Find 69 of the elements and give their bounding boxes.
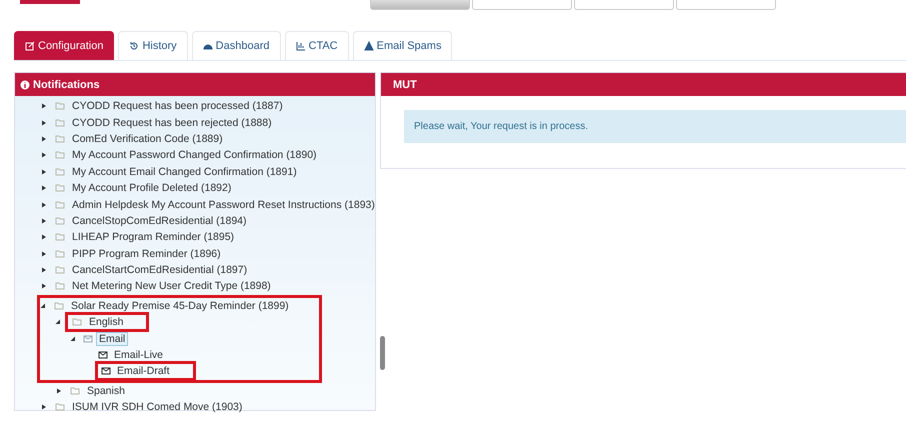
collapsed-triangle-icon[interactable] (41, 218, 47, 224)
panel-title: MUT (393, 78, 417, 90)
tree-item[interactable]: PIPP Program Reminder (1896) (69, 246, 224, 261)
tree-item[interactable]: CYODD Request has been rejected (1888) (69, 116, 275, 130)
tree-item[interactable]: Spanish (84, 384, 128, 398)
expanded-triangle-icon[interactable] (40, 302, 46, 309)
tree-item[interactable]: Net Metering New User Credit Type (1898) (69, 279, 274, 294)
folder-icon (72, 317, 82, 328)
tab[interactable]: Email Spams (352, 31, 452, 60)
folder-icon (55, 248, 65, 259)
info-alert: Please wait, Your request is in process. (404, 110, 906, 143)
folder-icon (55, 150, 65, 160)
history-icon (129, 41, 140, 51)
expanded-triangle-icon[interactable] (70, 336, 76, 342)
collapsed-triangle-icon[interactable] (41, 283, 47, 290)
bar-chart-icon (296, 41, 306, 51)
tab[interactable]: Dashboard (192, 31, 280, 60)
tree-item[interactable]: My Account Password Changed Confirmation (1890) (69, 148, 320, 162)
tab[interactable]: Configuration (14, 31, 114, 60)
collapsed-triangle-icon[interactable] (41, 120, 47, 126)
tree-item[interactable]: Email-Live (111, 348, 166, 362)
envelope-icon (83, 334, 93, 344)
folder-icon (55, 118, 65, 128)
tab[interactable]: History (118, 31, 188, 60)
edit-icon (25, 41, 35, 51)
collapsed-triangle-icon[interactable] (41, 267, 47, 274)
folder-icon (55, 281, 65, 292)
tree-item[interactable]: CancelStartComEdResidential (1897) (69, 263, 250, 278)
collapsed-triangle-icon[interactable] (41, 185, 47, 192)
folder-icon (55, 265, 65, 276)
warning-icon (364, 41, 374, 51)
scrollbar-thumb[interactable] (380, 336, 385, 370)
collapsed-triangle-icon[interactable] (41, 404, 47, 410)
collapsed-triangle-icon[interactable] (41, 250, 47, 257)
tree-item[interactable]: ISUM IVR SDH Comed Move (1903) (69, 400, 246, 414)
tree-item[interactable]: ComEd Verification Code (1889) (69, 132, 226, 146)
expanded-triangle-icon[interactable] (55, 319, 61, 326)
collapsed-triangle-icon[interactable] (41, 136, 47, 142)
folder-icon (55, 134, 65, 144)
tree-item[interactable]: CancelStopComEdResidential (1894) (69, 214, 250, 228)
tree-item[interactable]: CYODD Request has been processed (1887) (69, 99, 286, 114)
folder-icon (55, 183, 65, 194)
tree-item[interactable]: English (86, 315, 126, 330)
envelope-icon (101, 366, 111, 376)
collapsed-triangle-icon[interactable] (41, 152, 47, 158)
tree-item[interactable]: Admin Helpdesk My Account Password Reset Instructions (1893) (69, 198, 378, 212)
tree-item[interactable]: LIHEAP Program Reminder (1895) (69, 230, 238, 244)
envelope-icon (98, 350, 108, 360)
collapsed-triangle-icon[interactable] (41, 103, 47, 110)
folder-icon (55, 216, 65, 226)
folder-icon (55, 200, 65, 210)
tree-item[interactable]: My Account Email Changed Confirmation (1891) (69, 164, 300, 179)
folder-icon (54, 300, 64, 311)
tree-item[interactable]: Email (96, 332, 128, 346)
collapsed-triangle-icon[interactable] (41, 168, 47, 175)
tree-item[interactable]: Solar Ready Premise 45-Day Reminder (1899) (68, 298, 292, 313)
tab[interactable]: CTAC (284, 31, 349, 60)
folder-icon (55, 101, 65, 112)
collapsed-triangle-icon[interactable] (56, 388, 62, 394)
collapsed-triangle-icon[interactable] (41, 234, 47, 240)
tree-item[interactable]: My Account Profile Deleted (1892) (69, 181, 234, 196)
folder-icon (70, 386, 80, 396)
folder-icon (55, 402, 65, 412)
folder-icon (55, 166, 65, 177)
collapsed-triangle-icon[interactable] (41, 202, 47, 208)
folder-icon (55, 232, 65, 242)
info-icon (20, 80, 30, 90)
panel-title: Notifications (33, 78, 100, 90)
tree-item[interactable]: Email-Draft (114, 364, 173, 378)
